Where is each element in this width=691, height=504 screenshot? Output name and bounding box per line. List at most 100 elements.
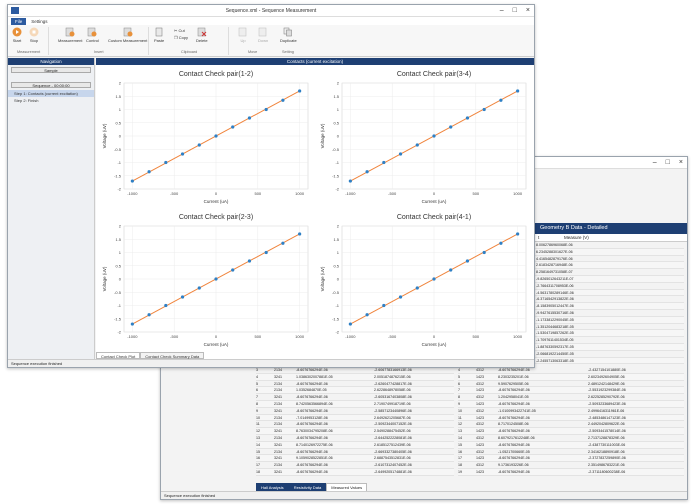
table-row[interactable]: -1.7097611401534E-05 [534, 337, 684, 344]
table-row[interactable]: 12 3241 8.7630034795208E-06 2.5490288475452… [256, 428, 454, 435]
table-row[interactable]: 8 2134 8.7420563566894E-06 2.7190749918719E… [256, 400, 454, 408]
cut-button[interactable]: ✂ Cut [174, 28, 185, 33]
table-cell: -8.6076766294E-06 [498, 469, 530, 474]
table-row[interactable]: 5 2134 -8.6076766294E-06 -2.6260477428817E-… [256, 381, 454, 388]
table-cell: 4312 [476, 463, 484, 468]
start-button[interactable]: Start [12, 27, 22, 43]
divider [148, 27, 149, 55]
sequence-step-1[interactable]: Step 1: Contacts (current excitation) [8, 90, 94, 97]
table-cell: -2.2455713063318E-05 [536, 358, 574, 363]
duplicate-button[interactable]: Duplicate [280, 27, 297, 43]
tab-contact-check-summary-data[interactable]: Contact Check Summary Data [140, 352, 205, 359]
table-row[interactable]: 10 2134 -7.0149953128E-06 2.6492621205687E-… [256, 414, 454, 422]
table-row[interactable]: -1.3512044683218E-05 [534, 324, 684, 331]
table-row[interactable]: 4 3241 1.0386302007881E-05 2.0051874876215E… [256, 373, 454, 381]
table-row[interactable]: 10 4312 -1.0100993422741E-05 2.499641631196… [458, 408, 684, 415]
table-row[interactable]: 11 1423 -8.6076766294E-06 -2.4853486147123E… [458, 414, 684, 422]
close-icon[interactable]: × [526, 7, 530, 14]
table-row[interactable]: -2.2455713063318E-05 [534, 357, 684, 365]
table-row[interactable]: 6 4312 9.5907629505E-06 2.4891242148429E-06 [458, 381, 684, 388]
table-cell: -2.7664311708953E-06 [536, 283, 574, 288]
table-row[interactable]: -8.1583905012447E-06 [534, 303, 684, 310]
table-row[interactable]: 18 4312 9.1736193226E-06 2.3514986783221E-0… [458, 462, 684, 469]
paste-button[interactable]: Paste [154, 27, 164, 43]
y-tick-label: 1 [337, 107, 340, 112]
maximize-icon[interactable]: □ [513, 7, 517, 14]
x-tick-label: 1000 [295, 191, 305, 196]
table-row[interactable]: 4.4165482879176E-06 [534, 256, 684, 263]
sequence-combo[interactable]: Sequence - 00:00:00 [11, 82, 91, 88]
table-row[interactable]: -1.5304719857262E-05 [534, 330, 684, 338]
table-row[interactable]: 16 4312 -1.0521700660E-05 2.3416218890918E-… [458, 449, 684, 456]
table-row[interactable]: 13 1423 -8.6076766294E-06 -2.5093441578014E… [458, 428, 684, 435]
down-label: Down [258, 38, 269, 43]
table-cell: -2.5531923299384E-06 [588, 388, 626, 393]
table-row[interactable]: -4.5631780289146E-06 [534, 289, 684, 297]
minimize-icon[interactable]: – [653, 159, 657, 166]
y-tick-label: -2 [335, 187, 339, 192]
table-row[interactable]: 6.2345288301627E-06 [534, 248, 684, 256]
y-tick-label: 0.5 [115, 120, 121, 125]
table-row[interactable]: -6.3716542913822E-06 [534, 296, 684, 304]
table-row[interactable]: 2.6183428716948E-06 [534, 262, 684, 270]
down-button[interactable]: Down [258, 27, 268, 43]
tab-contact-check-plot[interactable]: Contact Check Plot [96, 352, 141, 359]
table-row[interactable]: 14 3241 8.7140126972275E-06 2.6185127512439… [256, 441, 454, 449]
table-row[interactable]: 17 1423 -8.6076766294E-06 -2.3727837259890E… [458, 455, 684, 463]
table-row[interactable]: 16 3241 9.1059028522851E-06 2.6887543512831… [256, 455, 454, 463]
table-row[interactable]: 8.2581649731058E-07 [534, 269, 684, 276]
table-row[interactable]: 8.0062786960068E-06 [534, 242, 684, 249]
table-row[interactable]: -9.9427615530716E-06 [534, 310, 684, 317]
table-row[interactable]: 7 3241 -8.6076766294E-06 -2.6053167403808E-… [256, 394, 454, 401]
custom-measurement-button[interactable]: Custom Measurement [108, 27, 147, 43]
table-row[interactable]: -1.8876330592317E-05 [534, 343, 684, 351]
table-row[interactable]: 15 2134 -8.6076766294E-06 -2.6693327380405E… [256, 449, 454, 456]
table-row[interactable]: -2.7664311708953E-06 [534, 283, 684, 290]
table-cell: 19 [458, 469, 462, 474]
table-cell: -2.3711180600238E-06 [588, 469, 626, 474]
data-point [499, 241, 503, 245]
close-icon[interactable]: × [679, 159, 683, 166]
table-row[interactable]: 6 2134 1.0352684870E-05 2.6228648978058E-06 [256, 387, 454, 395]
copy-button[interactable]: ❐ Copy [174, 35, 188, 40]
sample-combo[interactable]: Sample [11, 67, 91, 73]
control-button[interactable]: Control [86, 27, 99, 43]
measurement-button[interactable]: Measurement [58, 27, 82, 43]
table-row[interactable]: 18 3241 -8.6076766294E-06 -2.6499205174881E… [256, 468, 454, 476]
data-point [415, 143, 419, 147]
table-cell: 2.4891242148429E-06 [588, 381, 625, 386]
y-tick-label: 0.5 [333, 263, 339, 268]
tab-file[interactable]: File [11, 17, 27, 25]
tab-settings[interactable]: Settings [27, 18, 51, 25]
control-icon [88, 27, 97, 37]
table-row[interactable]: -9.8265012643211E-07 [534, 275, 684, 283]
table-row[interactable]: -1.1733812290045E-05 [534, 316, 684, 324]
table-cell: -9.8265012643211E-07 [536, 276, 574, 281]
up-button[interactable]: Up [238, 27, 248, 43]
data-point [516, 232, 520, 236]
table-row[interactable]: 14 4312 8.6079217612248E-06 2.7137128878329… [458, 435, 684, 442]
table-row[interactable]: 4 4312 -8.6076766294E-06 -2.4327154101880E-… [458, 367, 684, 374]
table-row[interactable]: 3 2134 -8.6076766294E-06 -2.6067783166913E-… [256, 367, 454, 374]
minimize-icon[interactable]: – [500, 7, 504, 14]
table-row[interactable]: 7 1423 -8.6076766294E-06 -2.5531923299384E-… [458, 387, 684, 395]
table-row[interactable]: 9 1423 -8.6076766294E-06 -2.5093233689423E-… [458, 400, 684, 408]
table-cell: 17 [256, 463, 260, 468]
table-row[interactable]: 8 4312 1.2042958041E-05 2.6225285290792E-06 [458, 394, 684, 401]
table-row[interactable]: 9 3241 -8.6076766294E-06 -2.5857123440896E-… [256, 408, 454, 415]
table-row[interactable]: 13 2134 -8.6076766294E-06 -2.6442522228081E… [256, 435, 454, 442]
y-tick-label: 0.5 [115, 263, 121, 268]
navigation-panel: Navigation Sample Sequence - 00:00:00 St… [8, 58, 95, 359]
table-row[interactable]: 5 1423 8.2303235201E-06 2.6023492604905E-06 [458, 373, 684, 381]
table-row[interactable]: 15 1423 -8.6076766294E-06 -2.4387730111003E… [458, 441, 684, 449]
table-cell: -8.6076766294E-06 [296, 408, 328, 413]
delete-button[interactable]: Delete [196, 27, 208, 43]
sequence-step-2[interactable]: Step 2: Finish [8, 97, 94, 104]
table-row[interactable]: 17 2134 -8.6076766294E-06 -2.6107312407452E… [256, 462, 454, 469]
table-row[interactable]: 19 1423 -8.6076766294E-06 -2.3711180600238E… [458, 468, 684, 476]
table-row[interactable]: -2.0668192214450E-05 [534, 351, 684, 358]
stop-button[interactable]: Stop [29, 27, 39, 43]
table-row[interactable]: 11 2134 -8.6076766294E-06 -2.5092344007152E… [256, 421, 454, 429]
table-row[interactable]: 12 4312 8.7170124508E-06 2.4492042809622E-0… [458, 421, 684, 429]
maximize-icon[interactable]: □ [666, 159, 670, 166]
